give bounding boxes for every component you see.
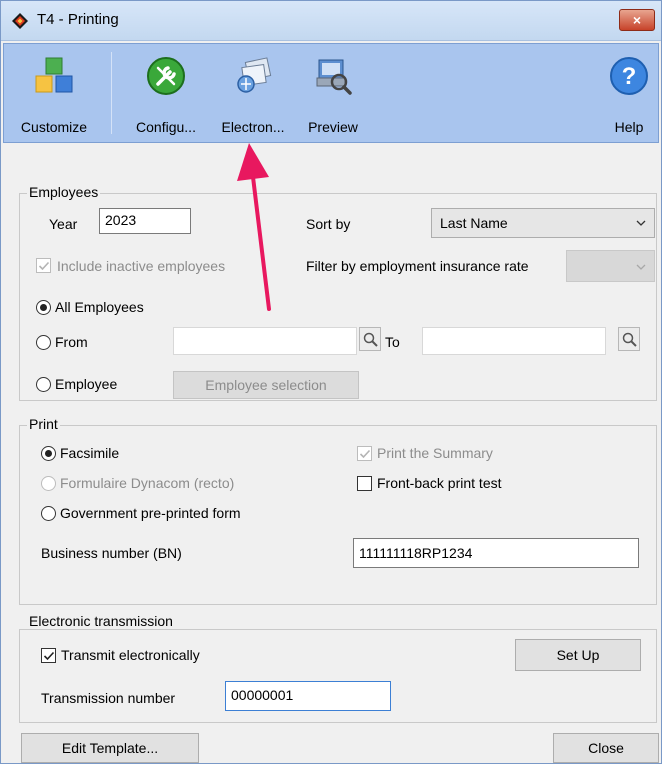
dynacom-radio[interactable]: [41, 476, 56, 491]
employees-group-title: Employees: [27, 184, 101, 200]
filter-ei-rate-label: Filter by employment insurance rate: [306, 258, 529, 274]
to-field[interactable]: [422, 327, 606, 355]
check-icon: [38, 261, 50, 271]
facsimile-label: Facsimile: [60, 445, 120, 461]
preview-label: Preview: [308, 119, 358, 135]
from-search-button[interactable]: [359, 327, 381, 351]
toolbar: Customize Configu... Electron... Preview…: [3, 43, 659, 143]
government-form-label: Government pre-printed form: [60, 505, 241, 521]
cubes-icon: [35, 57, 73, 93]
wrench-icon: [147, 57, 185, 95]
year-label: Year: [49, 216, 78, 232]
transmit-electronically-label: Transmit electronically: [61, 647, 200, 663]
print-summary-checkbox[interactable]: [357, 446, 372, 461]
electronic-label: Electron...: [221, 119, 285, 135]
title-bar: T4 - Printing ×: [1, 1, 661, 41]
close-button[interactable]: Close: [553, 733, 659, 763]
close-window-button[interactable]: ×: [619, 9, 655, 31]
transmission-number-field[interactable]: 00000001: [225, 681, 391, 711]
dynacom-label: Formulaire Dynacom (recto): [60, 475, 235, 491]
all-employees-radio[interactable]: [36, 300, 51, 315]
window-title: T4 - Printing: [37, 11, 119, 28]
to-search-button[interactable]: [618, 327, 640, 351]
include-inactive-label: Include inactive employees: [57, 258, 226, 274]
to-label: To: [385, 334, 400, 350]
sort-by-label: Sort by: [306, 216, 351, 232]
business-number-label: Business number (BN): [41, 545, 182, 561]
electronic-transmission-icon: [237, 57, 272, 93]
electronic-button[interactable]: Electron...: [210, 44, 296, 142]
preview-icon: [316, 59, 352, 95]
search-icon: [363, 332, 378, 347]
print-group-title: Print: [27, 416, 60, 432]
edit-template-button[interactable]: Edit Template...: [21, 733, 199, 763]
sort-by-value: Last Name: [440, 215, 508, 231]
front-back-checkbox[interactable]: [357, 476, 372, 491]
government-form-radio[interactable]: [41, 506, 56, 521]
toolbar-separator: [111, 52, 112, 134]
chevron-down-icon: [636, 264, 646, 270]
include-inactive-checkbox[interactable]: [36, 258, 51, 273]
app-diamond-icon: [12, 13, 28, 29]
employee-radio[interactable]: [36, 377, 51, 392]
year-field[interactable]: 2023: [99, 208, 191, 234]
from-field[interactable]: [173, 327, 357, 355]
employee-label: Employee: [55, 376, 118, 392]
configure-label: Configu...: [136, 119, 196, 135]
customize-button[interactable]: Customize: [4, 44, 104, 142]
business-number-field[interactable]: 111111118RP1234: [353, 538, 639, 568]
employee-selection-button[interactable]: Employee selection: [173, 371, 359, 399]
from-label: From: [55, 334, 88, 350]
setup-button[interactable]: Set Up: [515, 639, 641, 671]
chevron-down-icon: [636, 220, 646, 226]
facsimile-radio[interactable]: [41, 446, 56, 461]
check-icon: [359, 449, 371, 459]
electronic-transmission-title: Electronic transmission: [27, 613, 175, 629]
t4-printing-window: T4 - Printing × Customize Configu... Ele…: [0, 0, 662, 764]
customize-label: Customize: [20, 119, 88, 135]
search-icon: [622, 332, 637, 347]
from-radio[interactable]: [36, 335, 51, 350]
transmission-number-label: Transmission number: [41, 690, 176, 706]
configure-button[interactable]: Configu...: [120, 44, 212, 142]
front-back-label: Front-back print test: [377, 475, 502, 491]
print-summary-label: Print the Summary: [377, 445, 493, 461]
preview-button[interactable]: Preview: [300, 44, 366, 142]
help-icon: ?: [610, 57, 648, 95]
help-button[interactable]: ? Help: [600, 44, 658, 142]
help-label: Help: [614, 119, 644, 135]
filter-ei-rate-select[interactable]: [566, 250, 655, 282]
transmit-electronically-checkbox[interactable]: [41, 648, 56, 663]
svg-text:?: ?: [622, 63, 637, 90]
sort-by-select[interactable]: Last Name: [431, 208, 655, 238]
check-icon: [43, 651, 55, 661]
all-employees-label: All Employees: [55, 299, 144, 315]
